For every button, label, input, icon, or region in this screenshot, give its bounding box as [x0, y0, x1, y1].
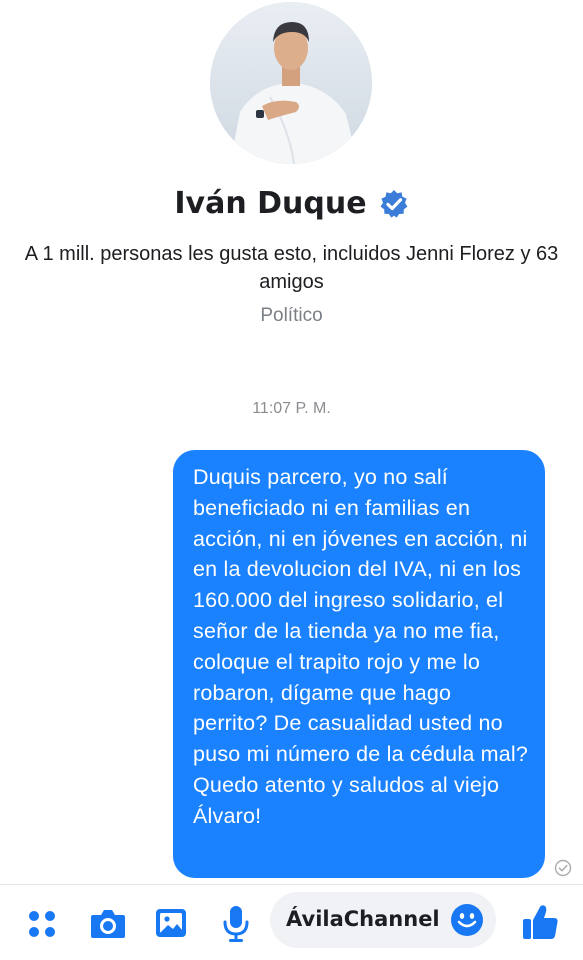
gallery-icon[interactable] — [154, 906, 188, 940]
emoji-icon[interactable] — [450, 903, 484, 937]
profile-name-row: Iván Duque — [0, 186, 583, 221]
profile-avatar[interactable] — [210, 2, 372, 164]
apps-grid-icon[interactable] — [26, 908, 58, 940]
seen-check-icon — [554, 859, 572, 877]
message-timestamp: 11:07 P. M. — [252, 400, 331, 417]
verified-badge-icon — [380, 189, 407, 218]
message-input-text: ÁvilaChannel — [286, 907, 440, 931]
profile-likes-text: A 1 mill. personas les gusta esto, inclu… — [24, 243, 559, 293]
composer-divider — [0, 884, 583, 885]
composer-toolbar: ÁvilaChannel — [0, 886, 583, 960]
microphone-icon[interactable] — [222, 904, 250, 944]
profile-category: Político — [260, 305, 323, 326]
thumbs-up-icon[interactable] — [520, 902, 560, 942]
camera-icon[interactable] — [89, 906, 127, 940]
avatar-photo — [210, 2, 372, 164]
message-input[interactable]: ÁvilaChannel — [270, 892, 496, 948]
profile-name: Iván Duque — [174, 186, 367, 221]
sent-message-bubble[interactable]: Duquis parcero, yo no salí beneficiado n… — [173, 450, 545, 878]
